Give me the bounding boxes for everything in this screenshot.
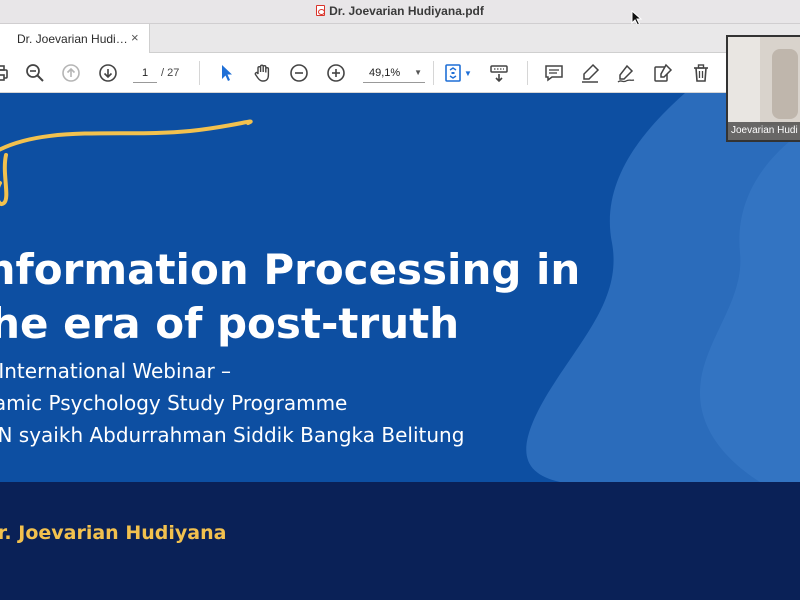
pdf-file-icon [316,5,326,16]
pdf-toolbar: 1 / 27 49,1% ▼ ▼ [0,53,800,93]
slide-title-line2: the era of post-truth [0,299,460,348]
toolbar-divider [433,61,434,85]
select-cursor-icon[interactable] [216,62,238,84]
delete-icon[interactable] [690,62,712,84]
page-total: / 27 [161,67,180,79]
pdf-slide-page: Information Processing in the era of pos… [0,93,800,600]
edit-icon[interactable] [652,62,674,84]
slide-footer-band: Dr. Joevarian Hudiyana [0,482,800,600]
zoom-out-magnifier-icon[interactable] [24,62,46,84]
slide-subtitle-line2: Islamic Psychology Study Programme [0,391,348,415]
highlight-icon[interactable] [579,62,601,84]
presenter-name: Dr. Joevarian Hudiyana [0,522,227,544]
window-title-wrap: Dr. Joevarian Hudiyana.pdf [0,4,800,18]
keyboard-scroll-icon[interactable] [488,62,510,84]
participant-name: Joevarian Hudi [731,125,798,136]
zoom-dropdown-caret-icon[interactable]: ▼ [414,65,422,81]
comment-icon[interactable] [543,62,565,84]
tab-close-icon[interactable]: × [131,30,139,45]
zoom-select[interactable]: 49,1% ▼ [363,65,425,83]
toolbar-divider [199,61,200,85]
slide-subtitle-line3: IAIN syaikh Abdurrahman Siddik Bangka Be… [0,423,465,447]
slide-subtitle-line1: — International Webinar – [0,359,232,383]
zoom-minus-icon[interactable] [288,62,310,84]
slide-title-line1: Information Processing in [0,245,581,294]
next-page-icon[interactable] [97,62,119,84]
window-titlebar: Dr. Joevarian Hudiyana.pdf [0,0,800,26]
webcam-participant-figure [772,49,798,119]
hand-tool-icon[interactable] [252,62,274,84]
tab-label: Dr. Joevarian Hudi… [17,32,128,46]
slide-subtitle: — International Webinar – Islamic Psycho… [0,355,464,451]
zoom-value: 49,1% [369,67,401,79]
page-number-input[interactable]: 1 [133,65,157,83]
tab-document[interactable]: Dr. Joevarian Hudi… × [0,24,150,53]
sign-icon[interactable] [615,62,637,84]
fit-page-icon[interactable] [442,62,464,84]
webcam-name-strip: Joevarian Hudi [728,122,800,140]
slide-title: Information Processing in the era of pos… [0,243,580,351]
previous-page-icon[interactable] [60,62,82,84]
fit-page-dropdown-caret-icon[interactable]: ▼ [464,69,472,78]
print-icon[interactable] [0,62,11,84]
tab-bar: Dr. Joevarian Hudi… × [0,24,800,53]
window-title: Dr. Joevarian Hudiyana.pdf [329,4,484,18]
webcam-tile[interactable]: Joevarian Hudi [726,35,800,142]
toolbar-divider [527,61,528,85]
zoom-plus-icon[interactable] [325,62,347,84]
